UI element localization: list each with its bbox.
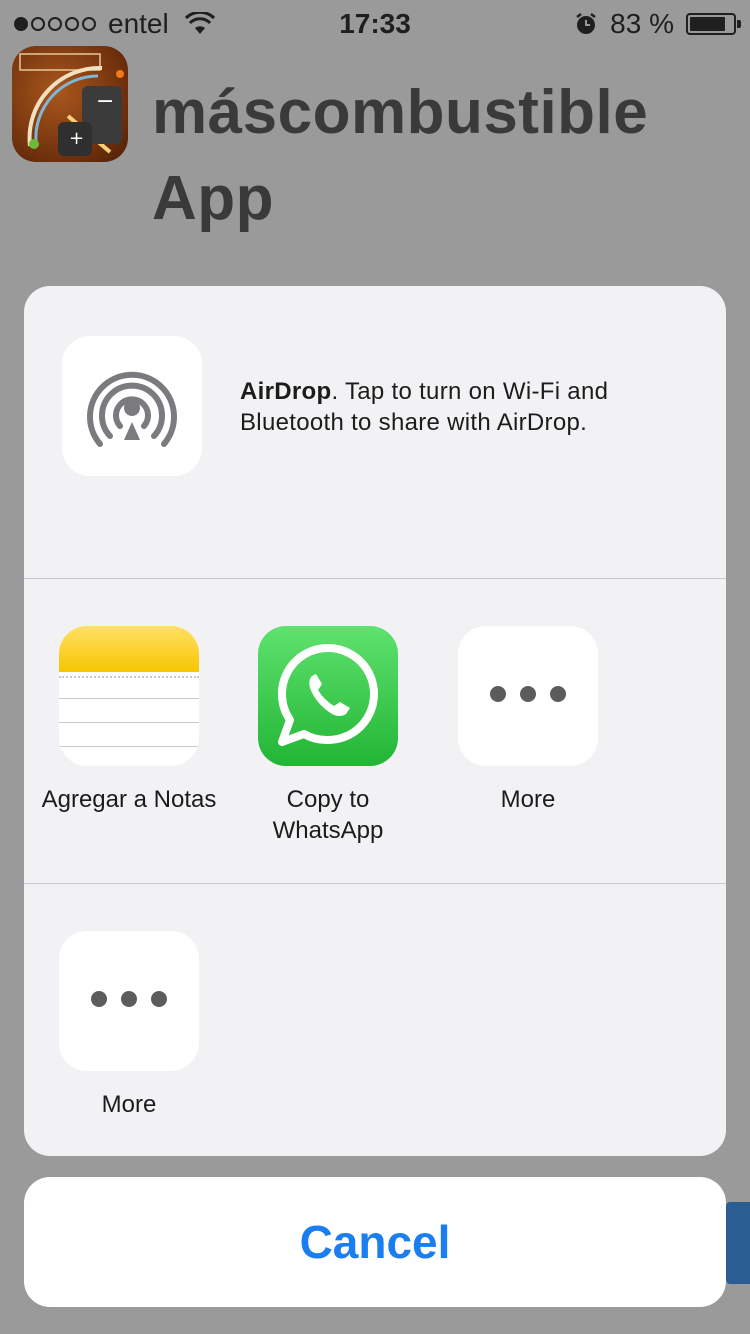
- share-app-more[interactable]: More: [428, 626, 628, 815]
- more-icon[interactable]: [458, 626, 598, 766]
- whatsapp-icon[interactable]: [258, 626, 398, 766]
- background-button-edge: [726, 1202, 750, 1284]
- share-apps-row: Agregar a Notas Copy to WhatsApp More: [24, 578, 726, 883]
- notes-icon[interactable]: [59, 626, 199, 766]
- share-app-label: Copy to WhatsApp: [272, 786, 384, 844]
- app-title-line2: App: [152, 164, 275, 233]
- fuel-gauge-app-icon: + −: [12, 46, 128, 162]
- share-action-label: More: [101, 1091, 157, 1118]
- share-app-notes[interactable]: Agregar a Notas: [29, 626, 229, 815]
- airdrop-icon: [87, 371, 177, 447]
- share-actions-row: More: [24, 883, 726, 1156]
- cancel-button[interactable]: Cancel: [24, 1177, 726, 1307]
- share-sheet: AirDrop. Tap to turn on Wi-Fi and Blueto…: [24, 286, 726, 1156]
- airdrop-title: AirDrop: [240, 378, 332, 405]
- airdrop-row[interactable]: AirDrop. Tap to turn on Wi-Fi and Blueto…: [24, 286, 726, 578]
- airdrop-tile[interactable]: [62, 336, 202, 476]
- airdrop-description: AirDrop. Tap to turn on Wi-Fi and Blueto…: [240, 376, 700, 438]
- share-action-more[interactable]: More: [29, 931, 229, 1120]
- svg-text:+: +: [69, 128, 84, 149]
- status-right: 83 %: [574, 8, 741, 40]
- more-icon[interactable]: [59, 931, 199, 1071]
- app-title: máscombustible App: [152, 70, 648, 242]
- svg-text:−: −: [96, 89, 114, 114]
- share-app-label: Agregar a Notas: [41, 786, 217, 813]
- share-app-label: More: [500, 786, 556, 813]
- status-bar: entel 17:33 83 %: [0, 0, 750, 48]
- alarm-clock-icon: [576, 13, 596, 34]
- battery-percentage: 83 %: [610, 8, 674, 39]
- battery-icon: [686, 13, 741, 35]
- share-app-whatsapp[interactable]: Copy to WhatsApp: [228, 626, 428, 846]
- app-title-line1: máscombustible: [152, 78, 649, 147]
